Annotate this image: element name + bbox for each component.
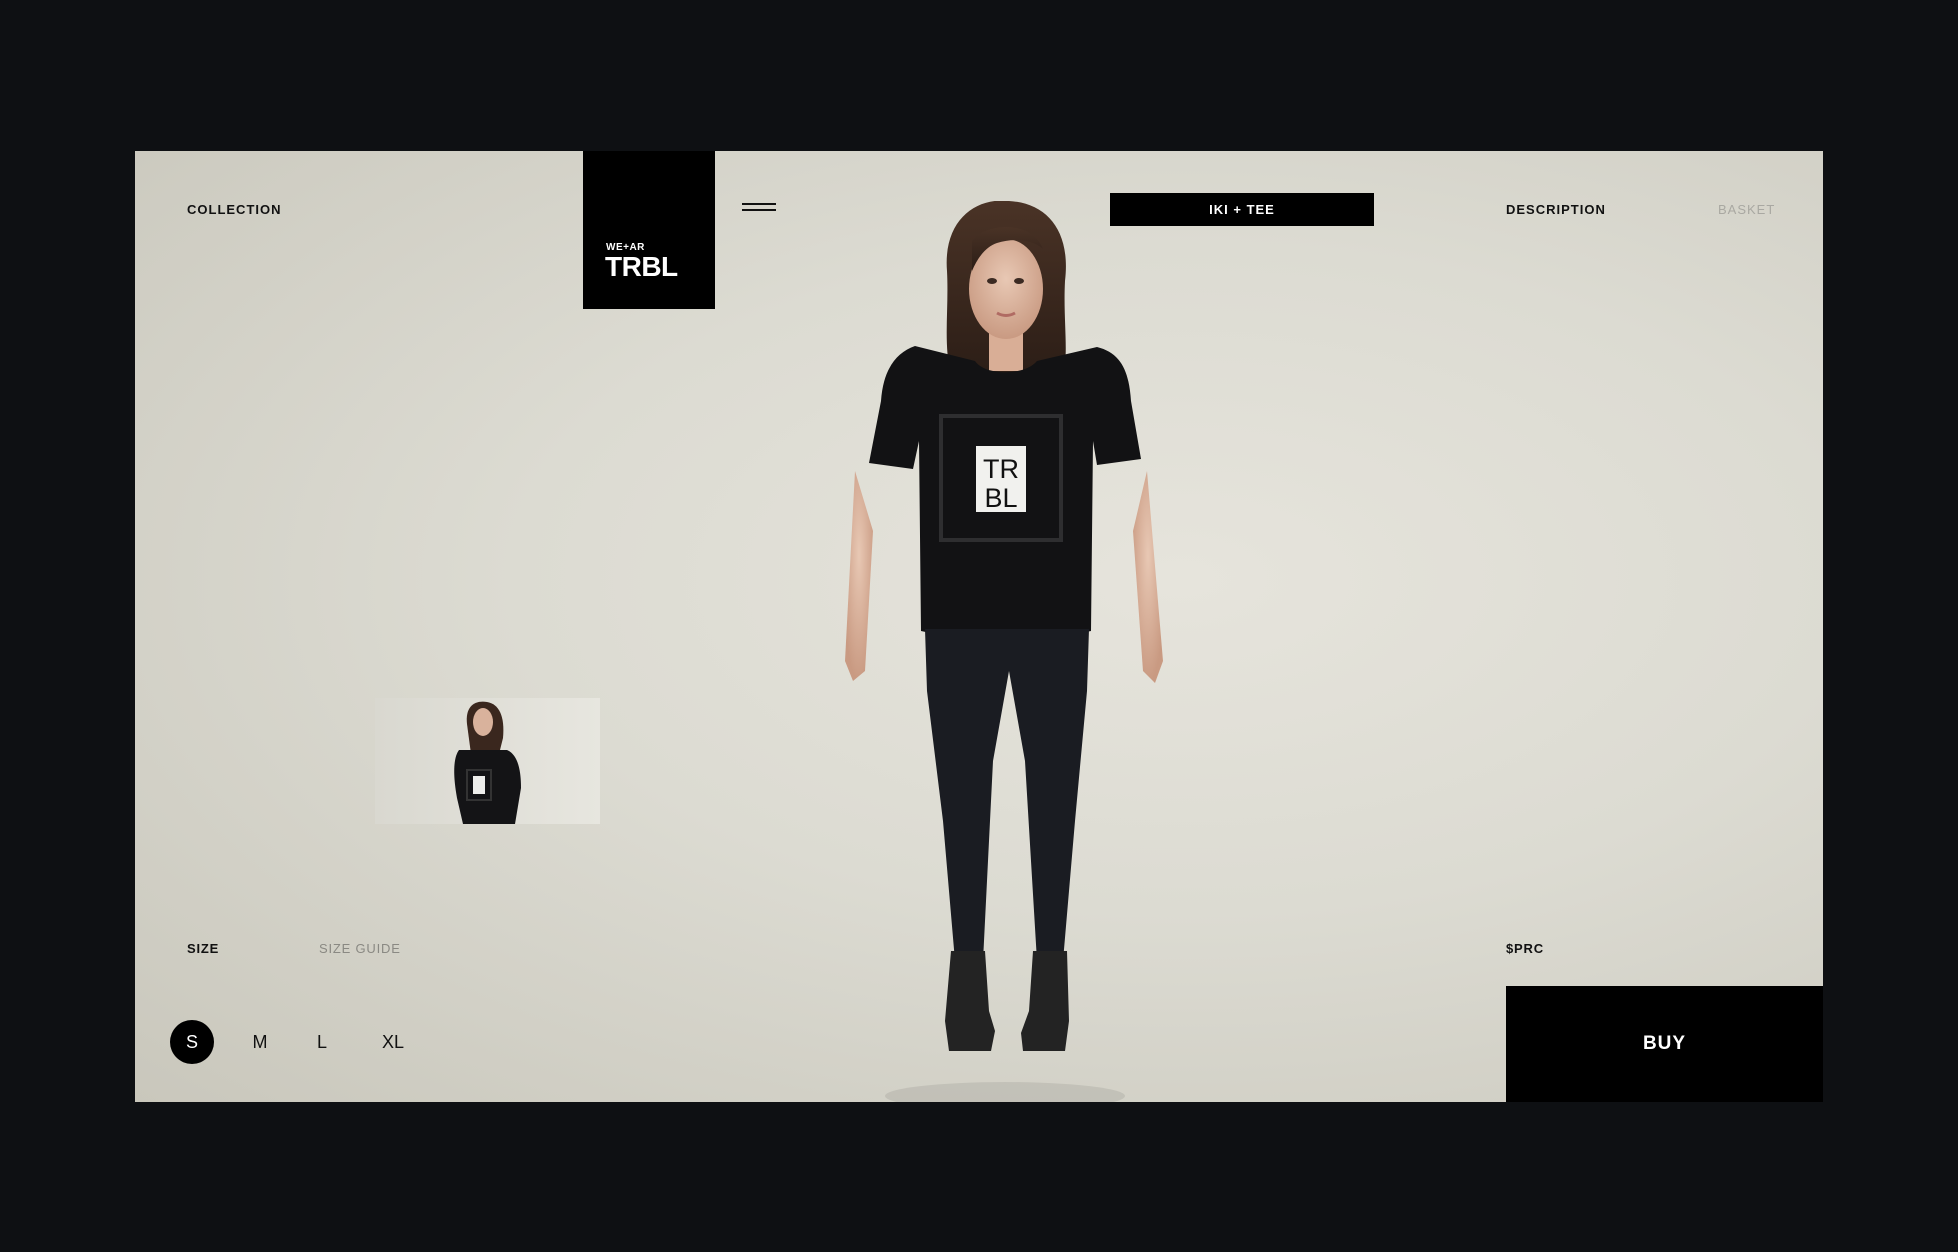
hamburger-menu-icon[interactable] [742,201,776,213]
product-thumbnail[interactable] [375,698,600,824]
model-photo: TR BL [845,201,1163,1102]
brand-logo[interactable]: WE+AR TRBL [583,151,715,309]
product-page: COLLECTION WE+AR TRBL IKI + TEE DESCRIPT… [135,151,1823,1102]
size-option-l[interactable]: L [300,1020,344,1064]
nav-basket-link[interactable]: BASKET [1718,202,1775,217]
tee-print-top: TR [983,454,1019,484]
logo-wordmark-large: TRBL [605,251,678,282]
buy-button[interactable]: BUY [1506,986,1823,1102]
size-option-xl[interactable]: XL [371,1020,415,1064]
nav-description-link[interactable]: DESCRIPTION [1506,202,1606,217]
size-option-s[interactable]: S [170,1020,214,1064]
tee-print-bottom: BL [984,483,1017,513]
size-label: SIZE [187,941,220,956]
thumbnail-photo [454,701,521,824]
nav-collection-link[interactable]: COLLECTION [187,202,282,217]
size-option-m[interactable]: M [238,1020,282,1064]
size-guide-link[interactable]: SIZE GUIDE [319,941,401,956]
price-label: $PRC [1506,941,1544,956]
